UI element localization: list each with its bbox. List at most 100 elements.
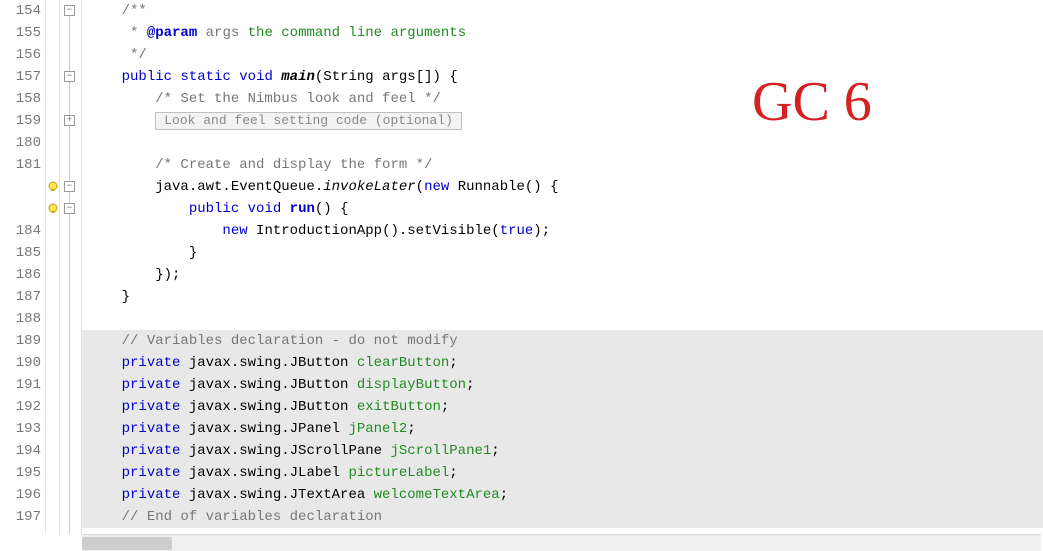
code-line[interactable]: private javax.swing.JPanel jPanel2; (82, 418, 1043, 440)
code-line[interactable]: private javax.swing.JTextArea welcomeTex… (82, 484, 1043, 506)
code-line[interactable]: // Variables declaration - do not modify (82, 330, 1043, 352)
code-line[interactable]: */ (82, 44, 1043, 66)
fold-expand-icon[interactable]: + (64, 115, 75, 126)
code-line[interactable] (82, 132, 1043, 154)
code-token: private (122, 421, 181, 437)
code-token: ( (416, 179, 424, 195)
fold-guide-line (69, 10, 70, 534)
code-token (88, 223, 222, 239)
code-token: private (122, 355, 181, 371)
code-token (88, 487, 122, 503)
hint-bulb-icon[interactable] (47, 203, 59, 215)
code-area[interactable]: GC 6 /** * @param args the command line … (82, 0, 1043, 534)
code-line[interactable]: private javax.swing.JLabel pictureLabel; (82, 462, 1043, 484)
line-number: 159 (0, 110, 45, 132)
line-number: 191 (0, 374, 45, 396)
code-token: javax.swing.JScrollPane (180, 443, 390, 459)
code-line[interactable]: }); (82, 264, 1043, 286)
code-token: javax.swing.JPanel (180, 421, 348, 437)
code-line[interactable]: private javax.swing.JScrollPane jScrollP… (82, 440, 1043, 462)
line-number: 189 (0, 330, 45, 352)
scrollbar-thumb[interactable] (82, 537, 172, 550)
code-token (88, 399, 122, 415)
fold-collapse-icon[interactable]: − (64, 5, 75, 16)
code-token: run (290, 201, 315, 217)
code-token: */ (88, 47, 147, 63)
code-line[interactable]: private javax.swing.JButton clearButton; (82, 352, 1043, 374)
code-token: }); (88, 267, 180, 283)
code-line[interactable]: public static void main(String args[]) { (82, 66, 1043, 88)
hint-bulb-icon[interactable] (47, 181, 59, 193)
code-token: void (239, 69, 273, 85)
code-token: args (197, 25, 247, 41)
line-number: 155 (0, 22, 45, 44)
code-token (88, 443, 122, 459)
code-line[interactable]: java.awt.EventQueue.invokeLater(new Runn… (82, 176, 1043, 198)
code-token: ; (466, 377, 474, 393)
code-token: true (500, 223, 534, 239)
code-token: pictureLabel (348, 465, 449, 481)
code-line[interactable]: } (82, 286, 1043, 308)
code-token: private (122, 465, 181, 481)
code-token: } (88, 245, 197, 261)
horizontal-scrollbar[interactable] (82, 534, 1041, 551)
code-token: private (122, 399, 181, 415)
code-token: javax.swing.JTextArea (180, 487, 373, 503)
fold-collapse-icon[interactable]: − (64, 181, 75, 192)
line-number: 186 (0, 264, 45, 286)
code-token: javax.swing.JButton (180, 377, 356, 393)
code-line[interactable] (82, 308, 1043, 330)
code-token: () { (315, 201, 349, 217)
code-line[interactable]: private javax.swing.JButton exitButton; (82, 396, 1043, 418)
code-line[interactable]: // End of variables declaration (82, 506, 1043, 528)
code-token (88, 91, 155, 107)
code-token: welcomeTextArea (374, 487, 500, 503)
code-token: exitButton (357, 399, 441, 415)
code-token: public (189, 201, 239, 217)
code-token: * (88, 25, 147, 41)
code-token (88, 113, 155, 129)
line-number: 180 (0, 132, 45, 154)
code-line[interactable]: public void run() { (82, 198, 1043, 220)
code-token: IntroductionApp().setVisible( (248, 223, 500, 239)
line-number: 197 (0, 506, 45, 528)
line-number: 181 (0, 154, 45, 176)
line-number (0, 198, 45, 220)
marker-gutter (46, 0, 60, 534)
line-number: 158 (0, 88, 45, 110)
folded-region-label[interactable]: Look and feel setting code (optional) (155, 112, 462, 130)
code-token: ; (449, 465, 457, 481)
code-line[interactable]: new IntroductionApp().setVisible(true); (82, 220, 1043, 242)
code-line[interactable]: /** (82, 0, 1043, 22)
fold-collapse-icon[interactable]: − (64, 203, 75, 214)
line-number: 195 (0, 462, 45, 484)
fold-gutter[interactable]: − − + − − (60, 0, 82, 534)
fold-collapse-icon[interactable]: − (64, 71, 75, 82)
line-number: 192 (0, 396, 45, 418)
line-number: 194 (0, 440, 45, 462)
code-token (88, 509, 122, 525)
code-token: Runnable() { (449, 179, 558, 195)
code-token: clearButton (357, 355, 449, 371)
code-token: new (222, 223, 247, 239)
code-token: /** (88, 3, 147, 19)
code-token: /* Create and display the form */ (155, 157, 432, 173)
line-number: 156 (0, 44, 45, 66)
code-token: jPanel2 (348, 421, 407, 437)
code-editor[interactable]: 1541551561571581591801811841851861871881… (0, 0, 1043, 534)
code-token: displayButton (357, 377, 466, 393)
code-line[interactable]: /* Set the Nimbus look and feel */ (82, 88, 1043, 110)
line-number: 196 (0, 484, 45, 506)
code-line[interactable]: } (82, 242, 1043, 264)
code-line[interactable]: private javax.swing.JButton displayButto… (82, 374, 1043, 396)
code-token: private (122, 487, 181, 503)
code-token (239, 201, 247, 217)
code-token: // Variables declaration - do not modify (122, 333, 458, 349)
code-line[interactable]: * @param args the command line arguments (82, 22, 1043, 44)
line-number: 188 (0, 308, 45, 330)
code-line[interactable]: /* Create and display the form */ (82, 154, 1043, 176)
line-number: 187 (0, 286, 45, 308)
code-token (88, 377, 122, 393)
code-line[interactable]: Look and feel setting code (optional) (82, 110, 1043, 132)
code-token: ; (491, 443, 499, 459)
